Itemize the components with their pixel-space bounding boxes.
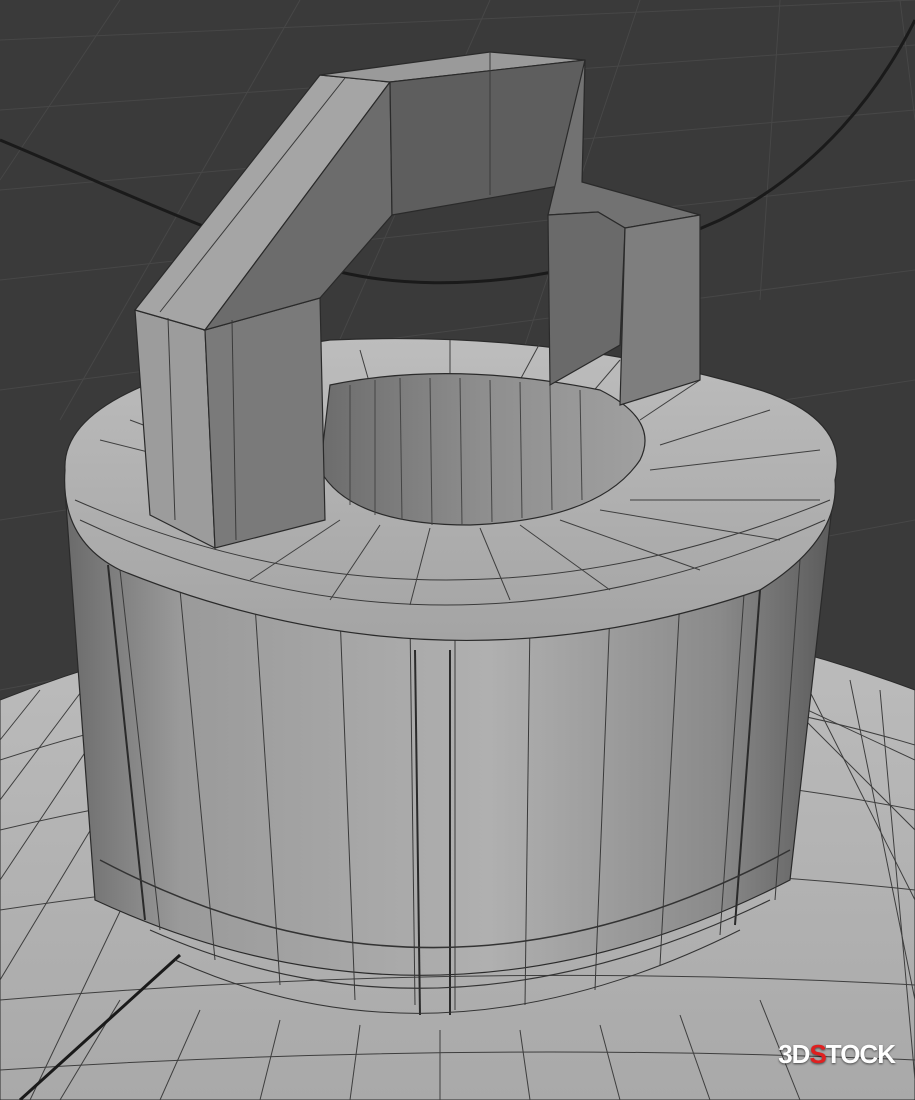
render-scene — [0, 0, 915, 1100]
watermark-accent: S — [809, 1039, 826, 1069]
watermark-suffix: TOCK — [825, 1039, 896, 1069]
watermark-prefix: 3D — [778, 1039, 810, 1069]
3d-viewport[interactable]: 3DSTOCK — [0, 0, 915, 1100]
3dstock-watermark: 3DSTOCK — [778, 1039, 896, 1070]
